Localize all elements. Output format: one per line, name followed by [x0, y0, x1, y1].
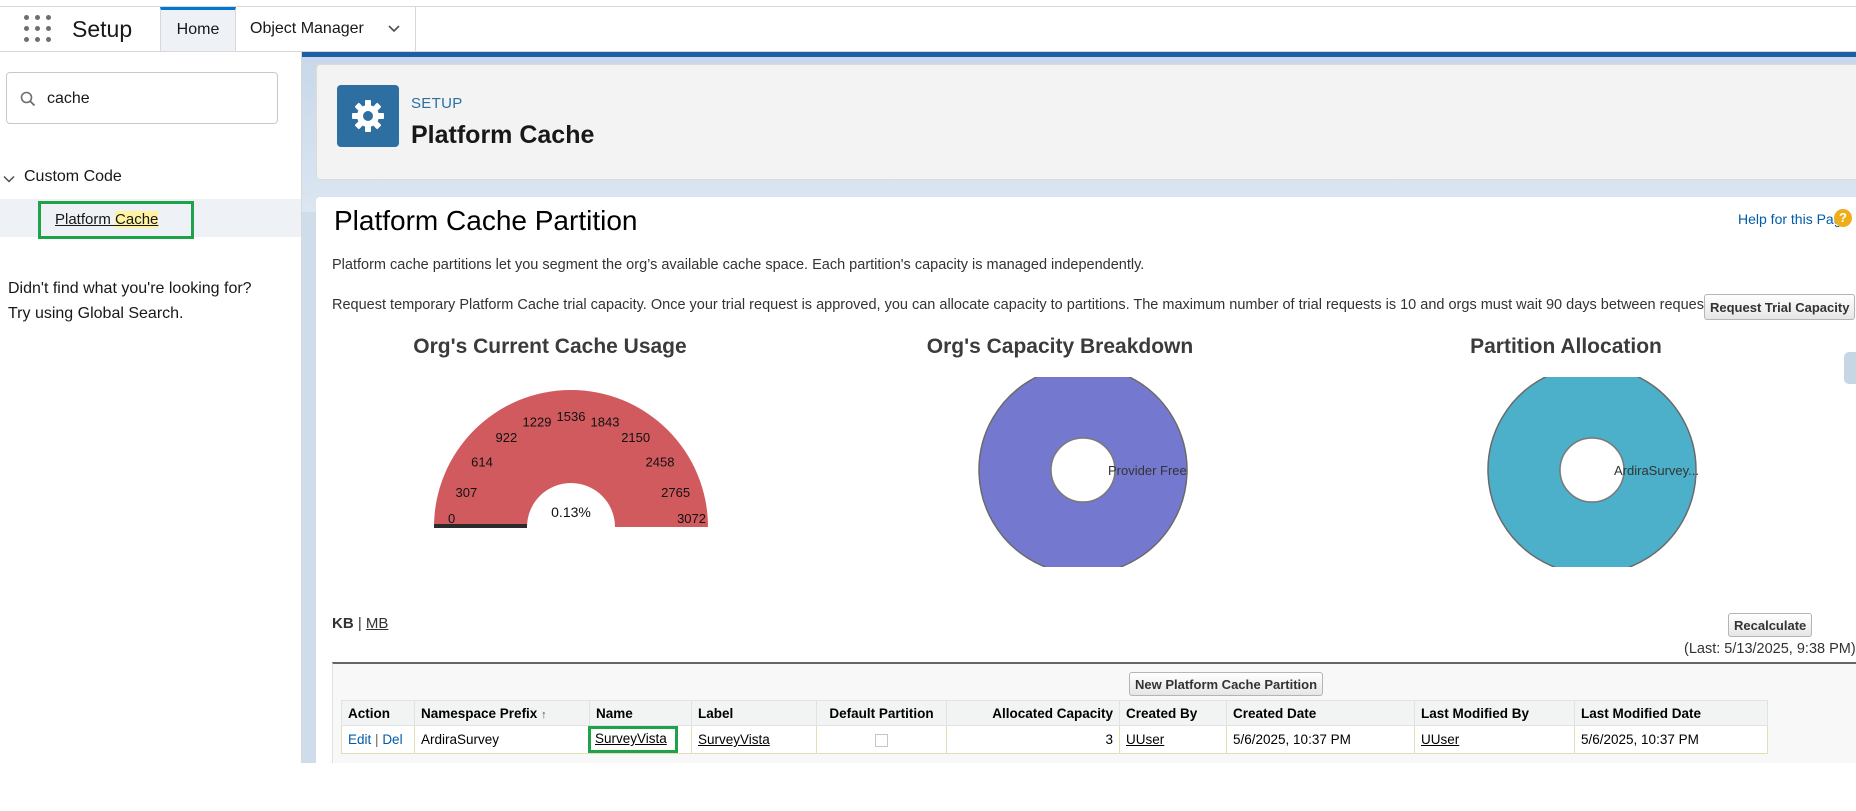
gauge-tick-label: 1843 [591, 414, 620, 429]
delete-link[interactable]: Del [382, 732, 402, 747]
units-kb: KB [332, 615, 354, 632]
chevron-down-icon[interactable] [387, 22, 401, 36]
cell-name: SurveyVista [588, 725, 692, 754]
setup-gear-tile [337, 85, 399, 147]
partition-allocation-donut: ArdiraSurvey... [1487, 377, 1699, 567]
section-title: Platform Cache Partition [334, 205, 638, 236]
units-toggle: KB | MB [332, 615, 388, 632]
quick-find-box [6, 72, 278, 124]
col-name[interactable]: Name [589, 700, 692, 726]
name-highlight-box: SurveyVista [588, 726, 678, 753]
gauge-tick-label: 2765 [661, 485, 690, 500]
col-action: Action [341, 700, 415, 726]
sidebar-item-platform-cache[interactable]: Platform Cache [38, 201, 194, 239]
trial-description-text: Request temporary Platform Cache trial c… [332, 297, 1720, 313]
cell-allocated: 3 [946, 725, 1120, 754]
donut-slice-label: Provider Free [1108, 463, 1187, 478]
cell-created-by: UUser [1119, 725, 1227, 754]
col-last-modified-by[interactable]: Last Modified By [1414, 700, 1575, 726]
col-default-partition[interactable]: Default Partition [816, 700, 947, 726]
cell-created-date: 5/6/2025, 10:37 PM [1226, 725, 1415, 754]
gauge-tick-label: 2458 [646, 454, 675, 469]
chevron-down-icon[interactable] [3, 173, 15, 185]
help-icon[interactable]: ? [1834, 209, 1852, 227]
cell-namespace: ArdiraSurvey [414, 725, 590, 754]
created-by-link[interactable]: UUser [1126, 732, 1164, 747]
tree-group-custom-code[interactable]: Custom Code [0, 168, 122, 186]
search-icon [20, 91, 36, 107]
sort-ascending-icon: ↑ [541, 708, 547, 721]
partition-name-link[interactable]: SurveyVista [595, 731, 667, 746]
chart-title-allocation: Partition Allocation [1470, 335, 1662, 358]
col-label[interactable]: Label [691, 700, 817, 726]
capacity-breakdown-donut: Provider Free [978, 377, 1188, 567]
gauge-value-label: 0.13% [551, 504, 591, 520]
last-calculated-text: (Last: 5/13/2025, 9:38 PM) [1684, 641, 1856, 657]
gauge-tick-label: 1229 [523, 414, 552, 429]
usage-gauge-chart: 0307 614922 1229 1536 18432150 2458 2765 3072 0.… [434, 390, 708, 528]
search-match-highlight: Cache [115, 211, 159, 228]
panel-collapse-handle[interactable] [1844, 352, 1856, 384]
donut-slice-label: ArdiraSurvey... [1614, 463, 1699, 478]
units-separator: | [357, 615, 362, 632]
tab-object-manager-label: Object Manager [250, 20, 364, 37]
gear-icon [352, 100, 384, 132]
new-platform-cache-partition-button[interactable]: New Platform Cache Partition [1129, 672, 1324, 696]
gauge-tick-label: 922 [495, 430, 517, 445]
col-created-by[interactable]: Created By [1119, 700, 1227, 726]
description-text: Platform cache partitions let you segmen… [332, 257, 1145, 273]
no-results-help: Didn't find what you're looking for? Try… [8, 276, 252, 326]
content-panel: Platform Cache Partition Help for this P… [316, 197, 1856, 763]
col-namespace-label: Namespace Prefix [421, 705, 538, 721]
request-trial-capacity-button[interactable]: Request Trial Capacity [1704, 294, 1856, 320]
help-line-1: Didn't find what you're looking for? [8, 280, 252, 297]
gauge-tick-label: 2150 [621, 430, 650, 445]
tree-group-label: Custom Code [24, 168, 122, 185]
global-header: Setup Home Object Manager [0, 6, 1856, 52]
cell-modified-by: UUser [1414, 725, 1575, 754]
modified-by-link[interactable]: UUser [1421, 732, 1459, 747]
units-mb-link[interactable]: MB [366, 615, 389, 632]
row-actions: Edit | Del [341, 725, 415, 754]
col-last-modified-date[interactable]: Last Modified Date [1574, 700, 1768, 726]
gauge-tick-label: 3072 [677, 511, 706, 526]
gauge-tick-label: 614 [471, 454, 493, 469]
cell-modified-date: 5/6/2025, 10:37 PM [1574, 725, 1768, 754]
tab-home[interactable]: Home [160, 7, 236, 51]
help-for-this-page-link[interactable]: Help for this Page [1738, 211, 1849, 227]
sidebar-item-label: Platform [55, 211, 116, 228]
partition-label-link[interactable]: SurveyVista [698, 732, 770, 747]
cell-default-partition [816, 725, 947, 754]
main-area: SETUP Platform Cache Platform Cache Part… [302, 52, 1856, 763]
app-launcher-icon[interactable] [24, 15, 52, 43]
recalculate-button[interactable]: Recalculate [1728, 613, 1813, 637]
app-name: Setup [72, 16, 133, 42]
default-partition-checkbox [875, 733, 888, 747]
col-namespace-prefix[interactable]: Namespace Prefix ↑ [414, 700, 590, 726]
setup-sidebar: Custom Code Platform Cache Didn't find w… [0, 52, 302, 763]
gauge-tick-label: 307 [456, 485, 478, 500]
partition-list: New Platform Cache Partition Action Name… [332, 662, 1856, 763]
page-header: SETUP Platform Cache [316, 64, 1856, 180]
page-eyebrow: SETUP [411, 95, 463, 112]
edit-link[interactable]: Edit [348, 732, 371, 747]
chart-title-capacity: Org's Capacity Breakdown [926, 335, 1194, 358]
gauge-tick-label: 1536 [557, 409, 586, 424]
gauge-tick-label: 0 [448, 511, 455, 526]
table-row: Edit | Del ArdiraSurvey SurveyVista Surv… [341, 725, 1768, 754]
quick-find-input[interactable] [45, 85, 269, 113]
table-header-row: Action Namespace Prefix ↑ Name Label Def… [341, 700, 1768, 726]
page-title: Platform Cache [411, 121, 595, 149]
action-separator: | [375, 732, 379, 747]
chart-title-usage: Org's Current Cache Usage [413, 335, 687, 358]
cell-label: SurveyVista [691, 725, 817, 754]
col-allocated-capacity[interactable]: Allocated Capacity [946, 700, 1120, 726]
donut-hole [1050, 437, 1116, 503]
help-line-2: Try using Global Search. [8, 305, 184, 322]
partition-table: Action Namespace Prefix ↑ Name Label Def… [341, 700, 1768, 754]
col-created-date[interactable]: Created Date [1226, 700, 1415, 726]
tab-object-manager[interactable]: Object Manager [236, 7, 416, 51]
